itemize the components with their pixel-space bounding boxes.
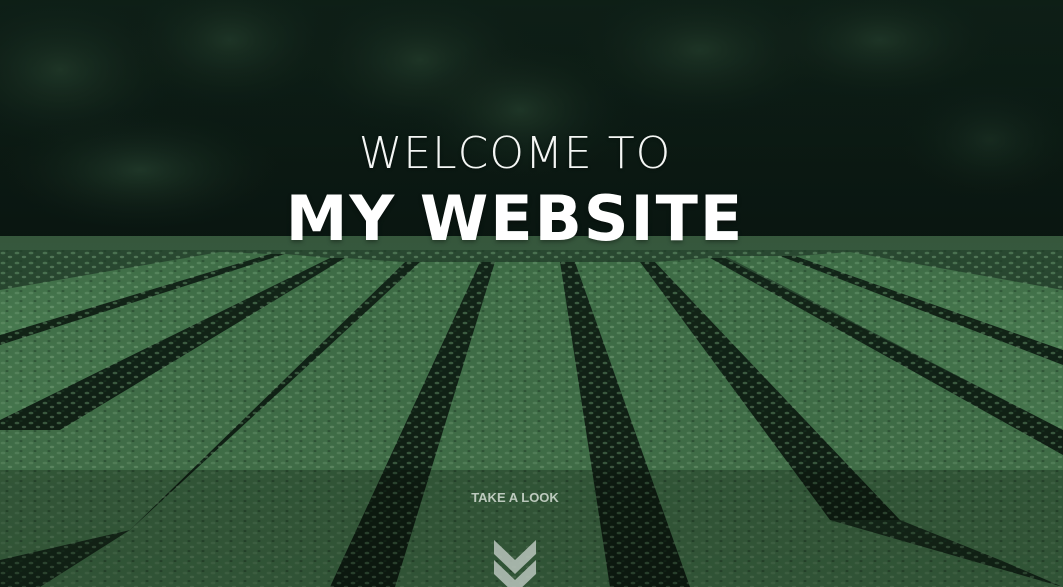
- hero-headline: WELCOME TO MY WEBSITE: [0, 126, 1030, 256]
- hero-section: WELCOME TO MY WEBSITE TAKE A LOOK: [0, 0, 1063, 587]
- take-a-look-link[interactable]: TAKE A LOOK: [0, 490, 1030, 505]
- hero-title-line2: MY WEBSITE: [285, 182, 745, 255]
- double-chevron-down-icon[interactable]: [492, 538, 538, 587]
- hero-title-line1: WELCOME TO: [358, 128, 672, 179]
